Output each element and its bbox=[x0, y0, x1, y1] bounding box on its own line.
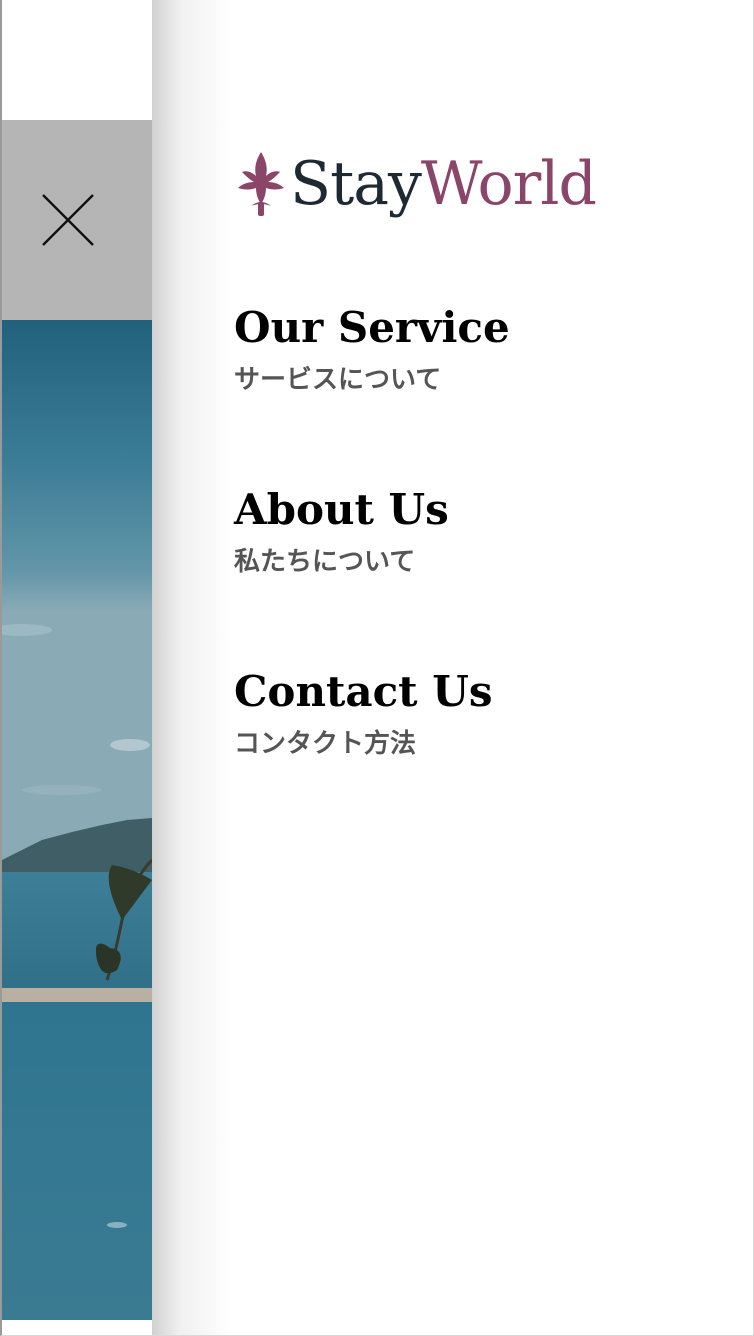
fleur-de-lis-icon bbox=[238, 152, 284, 216]
menu-item-contact-us[interactable]: Contact Us コンタクト方法 bbox=[234, 664, 714, 846]
seaside-photo bbox=[2, 320, 152, 1320]
close-menu-button[interactable] bbox=[40, 192, 96, 248]
brand-wordmark: StayWorld bbox=[290, 148, 597, 220]
menu-item-about-us[interactable]: About Us 私たちについて bbox=[234, 482, 714, 664]
menu-item-title: About Us bbox=[234, 485, 449, 534]
hero-image bbox=[2, 320, 152, 1320]
background-page bbox=[2, 120, 152, 1320]
brand-logo[interactable]: StayWorld bbox=[234, 140, 597, 220]
menu-item-title: Our Service bbox=[234, 303, 510, 352]
menu-item-subtitle: 私たちについて bbox=[234, 547, 416, 577]
menu-item-subtitle: コンタクト方法 bbox=[234, 729, 417, 759]
drawer-shadow bbox=[152, 0, 232, 1335]
drawer-menu: Our Service サービスについて About Us 私たちについて Co… bbox=[234, 300, 714, 846]
app-frame: StayWorld Our Service サービスについて About Us … bbox=[0, 0, 754, 1336]
close-bar bbox=[2, 120, 152, 320]
brand-name-stay: Stay bbox=[290, 149, 422, 219]
close-icon bbox=[42, 194, 94, 246]
menu-item-our-service[interactable]: Our Service サービスについて bbox=[234, 300, 714, 482]
menu-item-subtitle: サービスについて bbox=[234, 365, 442, 395]
brand-name-world: World bbox=[420, 149, 597, 219]
menu-item-title: Contact Us bbox=[234, 667, 493, 716]
